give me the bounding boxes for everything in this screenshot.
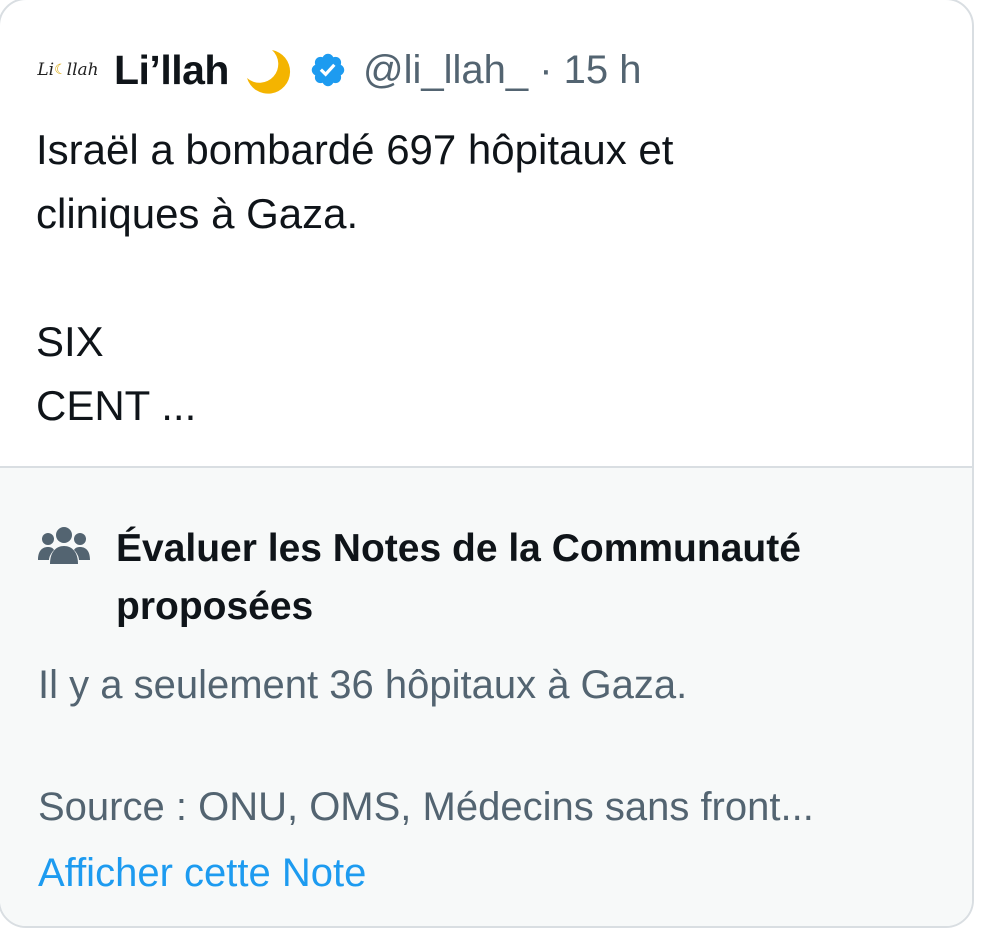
community-note-header: Évaluer les Notes de la Communauté propo… <box>38 520 936 636</box>
community-note-title[interactable]: Évaluer les Notes de la Communauté propo… <box>116 520 936 636</box>
avatar-logo-text-2: llah <box>66 60 99 80</box>
community-note-body: Il y a seulement 36 hôpitaux à Gaza. <box>38 663 688 707</box>
tweet-header: Li ☾ llah Li’llah @li_llah_ · 15 h <box>36 40 642 100</box>
avatar-logo-text: Li <box>37 60 55 80</box>
verified-badge-icon[interactable] <box>309 51 347 89</box>
community-note-panel: Évaluer les Notes de la Communauté propo… <box>0 466 972 926</box>
crescent-moon-icon <box>246 50 291 94</box>
show-note-link[interactable]: Afficher cette Note <box>38 844 366 902</box>
people-icon <box>38 527 90 564</box>
tweet-card[interactable]: Li ☾ llah Li’llah @li_llah_ · 15 h Israël … <box>0 0 974 928</box>
avatar[interactable]: Li ☾ llah <box>36 40 100 100</box>
tweet-text: Israël a bombardé 697 hôpitaux et cliniq… <box>36 126 674 429</box>
community-note-source: Source : ONU, OMS, Médecins sans front..… <box>38 785 814 829</box>
handle-and-timestamp[interactable]: @li_llah_ · 15 h <box>363 48 642 93</box>
avatar-moon-icon: ☾ <box>54 62 67 78</box>
display-name[interactable]: Li’llah <box>114 47 229 94</box>
